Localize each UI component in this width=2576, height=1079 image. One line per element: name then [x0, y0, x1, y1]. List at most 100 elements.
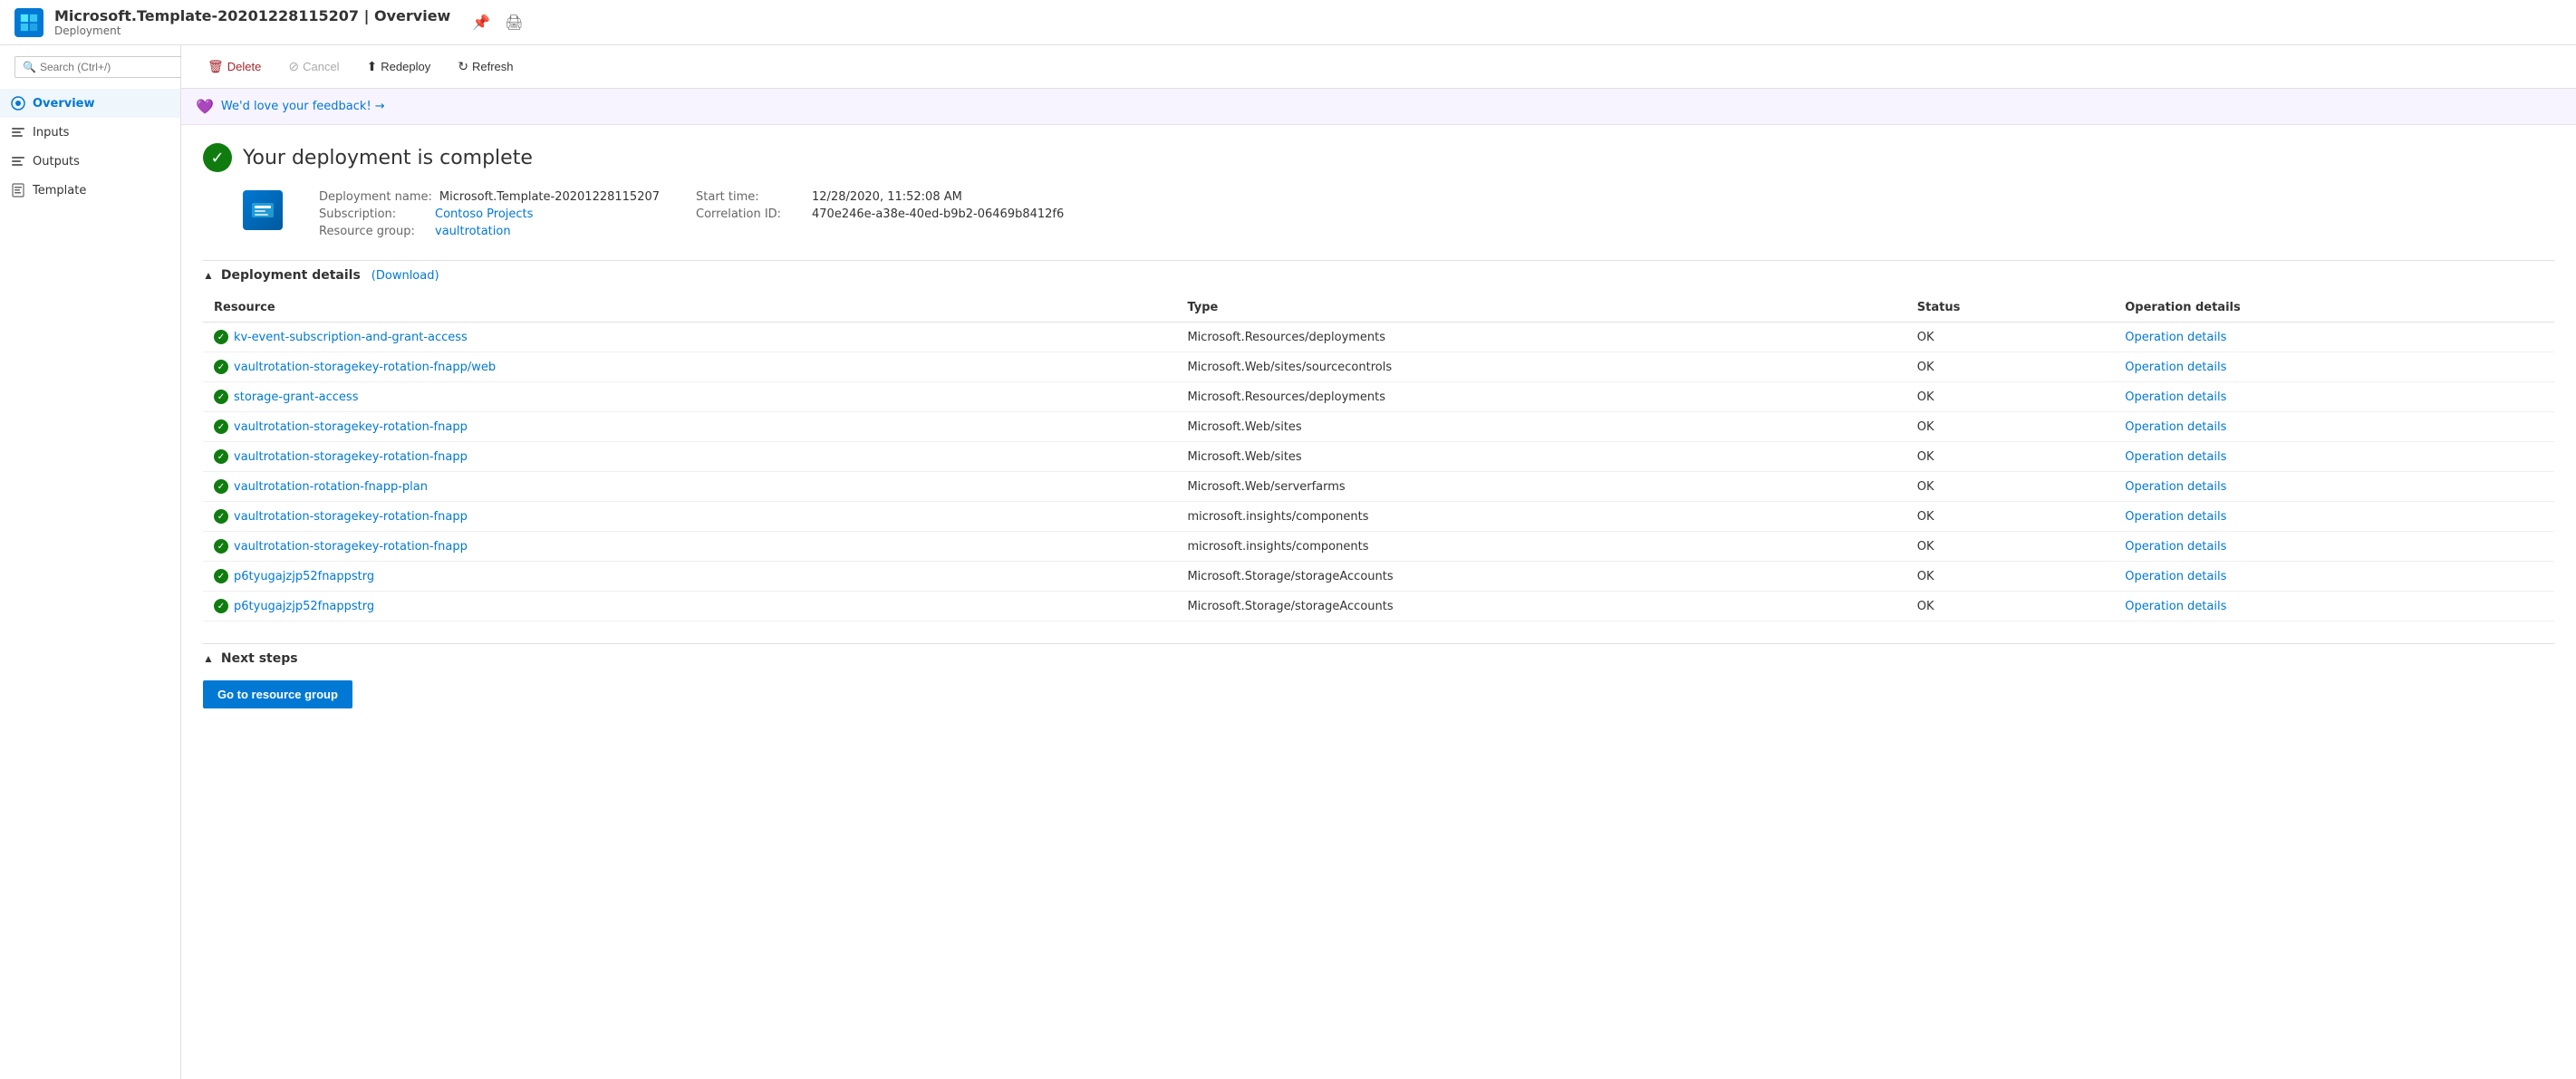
cancel-icon: ⊘ [288, 59, 299, 74]
next-steps-toggle[interactable]: ▲ [203, 652, 214, 665]
info-row-subscription: Subscription: Contoso Projects [319, 207, 660, 221]
cell-status-4: OK [1906, 442, 2114, 472]
app-icon [14, 8, 43, 37]
pin-button[interactable]: 📌 [468, 10, 494, 35]
sidebar-item-inputs-label: Inputs [33, 126, 69, 140]
table-row: ✓ vaultrotation-storagekey-rotation-fnap… [203, 352, 2554, 382]
next-steps-title: Next steps [221, 651, 298, 666]
resource-link-5[interactable]: ✓ vaultrotation-rotation-fnapp-plan [214, 479, 1165, 494]
feedback-link[interactable]: We'd love your feedback! → [221, 100, 385, 113]
sidebar-item-overview-label: Overview [33, 97, 95, 111]
refresh-button[interactable]: ↻ Refresh [446, 53, 525, 81]
op-link-5[interactable]: Operation details [2125, 480, 2226, 494]
info-row-correlation: Correlation ID: 470e246e-a38e-40ed-b9b2-… [696, 207, 1064, 221]
app-title-block: Microsoft.Template-20201228115207 | Over… [54, 7, 450, 37]
op-link-1[interactable]: Operation details [2125, 361, 2226, 374]
info-row-name: Deployment name: Microsoft.Template-2020… [319, 190, 660, 204]
col-op-details: Operation details [2114, 294, 2554, 323]
op-link-4[interactable]: Operation details [2125, 450, 2226, 464]
subscription-link[interactable]: Contoso Projects [435, 207, 533, 221]
cell-type-5: Microsoft.Web/serverfarms [1176, 472, 1905, 502]
table-row: ✓ vaultrotation-storagekey-rotation-fnap… [203, 442, 2554, 472]
name-label: Deployment name: [319, 190, 432, 204]
sidebar-item-template[interactable]: Template [0, 176, 180, 205]
cell-op-7: Operation details [2114, 532, 2554, 562]
cell-resource-4: ✓ vaultrotation-storagekey-rotation-fnap… [203, 442, 1176, 472]
table-row: ✓ p6tyugajzjp52fnappstrg Microsoft.Stora… [203, 562, 2554, 592]
cell-type-8: Microsoft.Storage/storageAccounts [1176, 562, 1905, 592]
deployment-details-toggle[interactable]: ▲ [203, 269, 214, 282]
op-link-7[interactable]: Operation details [2125, 540, 2226, 554]
cancel-button[interactable]: ⊘ Cancel [276, 53, 351, 81]
resource-link-4[interactable]: ✓ vaultrotation-storagekey-rotation-fnap… [214, 449, 1165, 464]
sidebar-item-outputs[interactable]: Outputs [0, 147, 180, 176]
cell-resource-9: ✓ p6tyugajzjp52fnappstrg [203, 592, 1176, 621]
cell-status-1: OK [1906, 352, 2114, 382]
cell-resource-0: ✓ kv-event-subscription-and-grant-access [203, 323, 1176, 352]
op-link-2[interactable]: Operation details [2125, 390, 2226, 404]
content-area: 🗑 Delete ⊘ Cancel ⬆ Redeploy ↻ Refresh 💜… [181, 45, 2576, 1079]
cell-op-0: Operation details [2114, 323, 2554, 352]
cell-type-6: microsoft.insights/components [1176, 502, 1905, 532]
overview-icon [11, 96, 25, 111]
delete-button[interactable]: 🗑 Delete [196, 53, 273, 81]
table-row: ✓ storage-grant-access Microsoft.Resourc… [203, 382, 2554, 412]
search-box[interactable]: 🔍 [14, 56, 188, 78]
table-row: ✓ kv-event-subscription-and-grant-access… [203, 323, 2554, 352]
page-content: ✓ Your deployment is complete Deployment… [181, 125, 2576, 1079]
row-check-icon-2: ✓ [214, 390, 228, 404]
sidebar-item-overview[interactable]: Overview [0, 89, 180, 118]
info-left: Deployment name: Microsoft.Template-2020… [319, 190, 660, 238]
deployment-heading: Your deployment is complete [243, 147, 533, 169]
row-check-icon-6: ✓ [214, 509, 228, 524]
op-link-9[interactable]: Operation details [2125, 600, 2226, 613]
resource-link-7[interactable]: ✓ vaultrotation-storagekey-rotation-fnap… [214, 539, 1165, 554]
cell-resource-6: ✓ vaultrotation-storagekey-rotation-fnap… [203, 502, 1176, 532]
download-link[interactable]: (Download) [371, 269, 439, 283]
search-input[interactable] [40, 61, 180, 73]
resource-link-9[interactable]: ✓ p6tyugajzjp52fnappstrg [214, 599, 1165, 613]
col-type: Type [1176, 294, 1905, 323]
print-button[interactable]: 🖨 [501, 10, 526, 35]
resource-link-2[interactable]: ✓ storage-grant-access [214, 390, 1165, 404]
op-link-3[interactable]: Operation details [2125, 420, 2226, 434]
sidebar-item-outputs-label: Outputs [33, 155, 80, 169]
table-header: Resource Type Status Operation details [203, 294, 2554, 323]
cell-status-2: OK [1906, 382, 2114, 412]
cell-op-1: Operation details [2114, 352, 2554, 382]
rg-link[interactable]: vaultrotation [435, 225, 511, 238]
inputs-icon [11, 125, 25, 140]
row-check-icon-4: ✓ [214, 449, 228, 464]
table-row: ✓ vaultrotation-rotation-fnapp-plan Micr… [203, 472, 2554, 502]
go-to-resource-group-button[interactable]: Go to resource group [203, 680, 352, 708]
name-value: Microsoft.Template-20201228115207 [439, 190, 660, 204]
page-title: Microsoft.Template-20201228115207 | Over… [54, 7, 450, 24]
resource-link-6[interactable]: ✓ vaultrotation-storagekey-rotation-fnap… [214, 509, 1165, 524]
op-link-0[interactable]: Operation details [2125, 331, 2226, 344]
sidebar-item-inputs[interactable]: Inputs [0, 118, 180, 147]
resource-link-0[interactable]: ✓ kv-event-subscription-and-grant-access [214, 330, 1165, 344]
col-status: Status [1906, 294, 2114, 323]
success-icon-large: ✓ [203, 143, 232, 172]
feedback-icon: 💜 [196, 98, 214, 115]
deployment-icon [243, 190, 283, 230]
cell-status-9: OK [1906, 592, 2114, 621]
resource-link-3[interactable]: ✓ vaultrotation-storagekey-rotation-fnap… [214, 419, 1165, 434]
info-right: Start time: 12/28/2020, 11:52:08 AM Corr… [696, 190, 1064, 238]
refresh-icon: ↻ [458, 59, 468, 74]
table-row: ✓ p6tyugajzjp52fnappstrg Microsoft.Stora… [203, 592, 2554, 621]
redeploy-button[interactable]: ⬆ Redeploy [355, 53, 443, 81]
cell-resource-7: ✓ vaultrotation-storagekey-rotation-fnap… [203, 532, 1176, 562]
op-link-6[interactable]: Operation details [2125, 510, 2226, 524]
cell-type-7: microsoft.insights/components [1176, 532, 1905, 562]
resource-link-8[interactable]: ✓ p6tyugajzjp52fnappstrg [214, 569, 1165, 583]
cell-type-4: Microsoft.Web/sites [1176, 442, 1905, 472]
deployment-details-table: Resource Type Status Operation details ✓… [203, 294, 2554, 621]
cell-type-3: Microsoft.Web/sites [1176, 412, 1905, 442]
cell-op-4: Operation details [2114, 442, 2554, 472]
cell-status-6: OK [1906, 502, 2114, 532]
cell-type-2: Microsoft.Resources/deployments [1176, 382, 1905, 412]
resource-link-1[interactable]: ✓ vaultrotation-storagekey-rotation-fnap… [214, 360, 1165, 374]
cell-op-2: Operation details [2114, 382, 2554, 412]
op-link-8[interactable]: Operation details [2125, 570, 2226, 583]
